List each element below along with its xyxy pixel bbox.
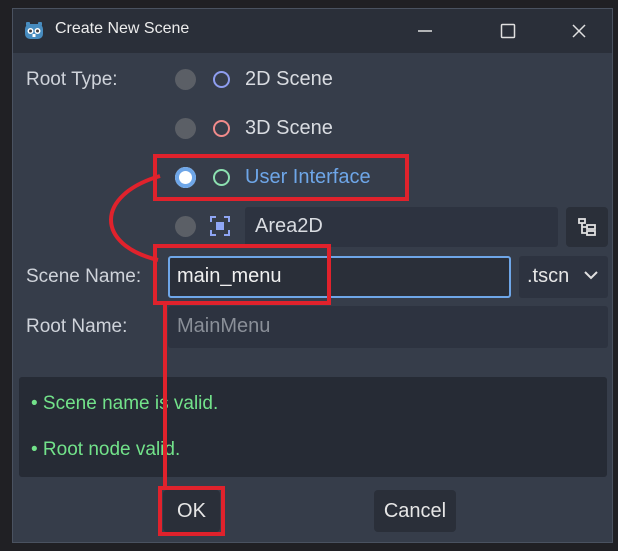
annotation-box-ok [158, 486, 225, 536]
annotation-box-scene-name [153, 244, 331, 305]
annotation-box-user-interface [153, 154, 409, 201]
